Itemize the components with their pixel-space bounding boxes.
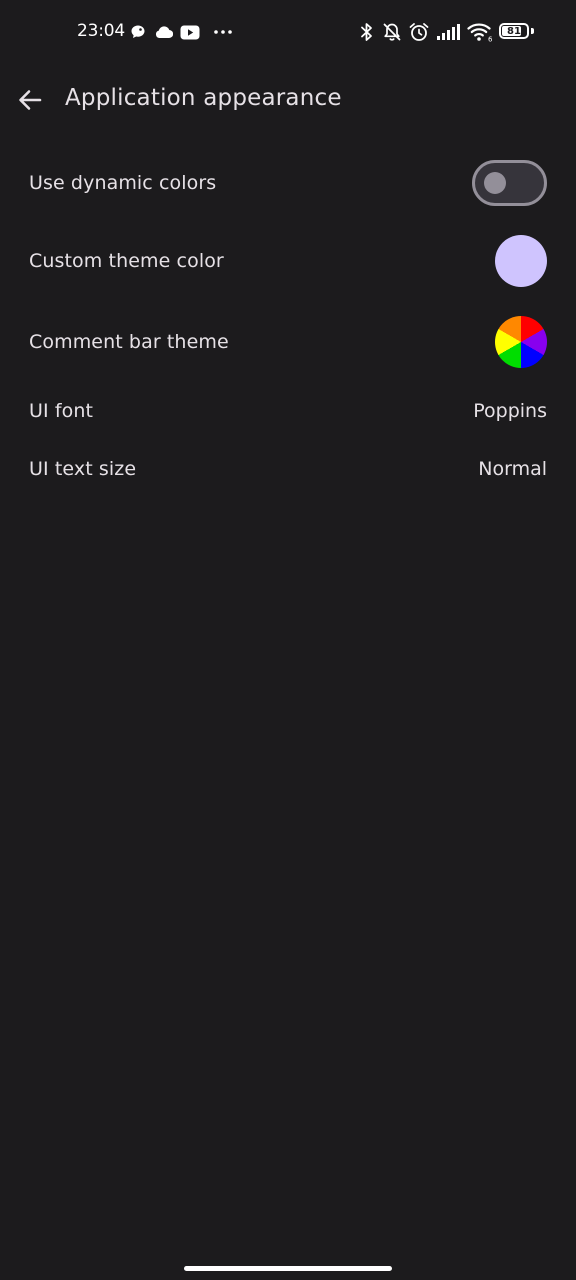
- bluetooth-icon: [360, 20, 374, 44]
- ui-font-label: UI font: [29, 400, 94, 422]
- setting-custom-theme-color[interactable]: Custom theme color: [0, 222, 576, 300]
- custom-theme-color-swatch[interactable]: [495, 235, 547, 287]
- signal-icon: [436, 20, 462, 44]
- youtube-icon: [180, 20, 200, 44]
- home-indicator[interactable]: [184, 1266, 392, 1271]
- dynamic-colors-switch[interactable]: [472, 160, 547, 206]
- setting-comment-bar-theme[interactable]: Comment bar theme: [0, 302, 576, 382]
- app-bar: Application appearance: [0, 64, 576, 136]
- battery-icon: 81: [499, 23, 529, 39]
- more-dots-icon: [213, 20, 233, 44]
- setting-ui-text-size[interactable]: UI text size Normal: [0, 440, 576, 498]
- setting-dynamic-colors[interactable]: Use dynamic colors: [0, 144, 576, 222]
- battery-level: 81: [507, 25, 521, 37]
- setting-ui-font[interactable]: UI font Poppins: [0, 382, 576, 440]
- comment-bar-theme-label: Comment bar theme: [29, 331, 229, 353]
- arrow-back-icon: [19, 90, 42, 110]
- svg-text:6: 6: [488, 36, 493, 43]
- switch-thumb: [484, 172, 506, 194]
- back-button[interactable]: [8, 76, 52, 124]
- ui-text-size-label: UI text size: [29, 458, 137, 480]
- dynamic-colors-label: Use dynamic colors: [29, 172, 217, 194]
- cloud-icon: [154, 20, 173, 44]
- alarm-icon: [408, 20, 430, 44]
- notifications-off-icon: [382, 20, 402, 44]
- wifi-icon: 6: [467, 20, 493, 44]
- ui-font-value: Poppins: [473, 400, 547, 422]
- status-time: 23:04: [77, 21, 125, 41]
- chat-bubble-icon: [130, 20, 146, 44]
- status-bar: 23:04 6 81: [0, 0, 576, 64]
- page-title: Application appearance: [65, 85, 342, 111]
- battery-cap: [531, 28, 534, 34]
- ui-text-size-value: Normal: [478, 458, 547, 480]
- custom-theme-color-label: Custom theme color: [29, 250, 224, 272]
- comment-bar-theme-swatch[interactable]: [495, 316, 547, 368]
